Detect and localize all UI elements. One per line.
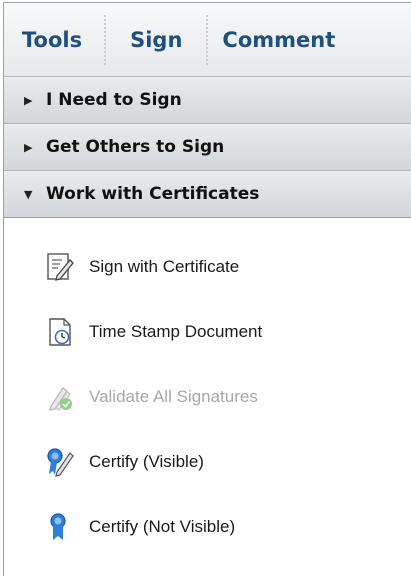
time-stamp-document-item[interactable]: Time Stamp Document [4,299,411,364]
expand-arrow-icon: ▶ [24,140,33,154]
expand-arrow-icon: ▶ [24,93,33,107]
item-label: Sign with Certificate [89,256,240,276]
certify-not-visible-icon [43,510,77,544]
section-label: I Need to Sign [46,90,182,110]
section-label: Get Others to Sign [46,137,225,157]
sign-certificate-icon [43,250,77,284]
tab-tools[interactable]: Tools [22,17,104,63]
sign-with-certificate-item[interactable]: Sign with Certificate [4,234,411,299]
item-label: Certify (Visible) [89,451,204,471]
sign-pane: Tools Sign Comment ▶ I Need to Sign ▶ Ge… [3,2,411,576]
validate-signatures-icon [43,380,77,414]
validate-all-signatures-item[interactable]: Validate All Signatures [4,364,411,429]
section-work-with-certificates[interactable]: ▼ Work with Certificates [4,171,411,218]
tab-comment[interactable]: Comment [208,17,335,63]
tab-sign[interactable]: Sign [106,17,206,63]
certify-not-visible-item[interactable]: Certify (Not Visible) [4,494,411,559]
section-i-need-to-sign[interactable]: ▶ I Need to Sign [4,77,411,124]
collapse-arrow-icon: ▼ [24,187,33,201]
certify-visible-icon [43,445,77,479]
section-label: Work with Certificates [46,184,260,204]
item-label: Certify (Not Visible) [89,516,236,536]
certificates-tool-list: Sign with Certificate Time Stamp Documen… [4,218,411,559]
certify-visible-item[interactable]: Certify (Visible) [4,429,411,494]
pane-tab-bar: Tools Sign Comment [4,3,411,77]
time-stamp-icon [43,315,77,349]
item-label: Validate All Signatures [89,386,258,406]
item-label: Time Stamp Document [89,321,263,341]
section-get-others-to-sign[interactable]: ▶ Get Others to Sign [4,124,411,171]
